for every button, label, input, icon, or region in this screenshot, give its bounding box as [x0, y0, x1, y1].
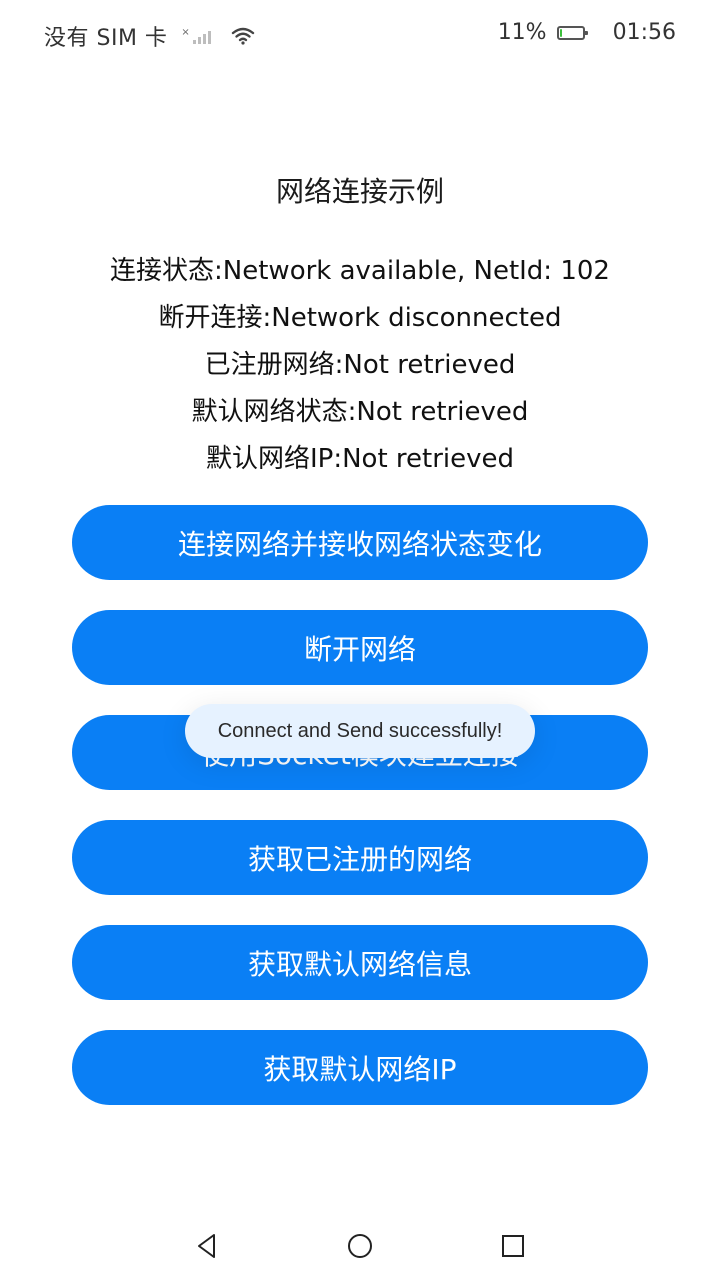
carrier-label: 没有 SIM 卡: [44, 26, 168, 51]
disconnect-status-text: 断开连接:Network disconnected: [158, 303, 562, 333]
disconnect-network-button[interactable]: 断开网络: [72, 610, 648, 685]
get-default-network-info-button[interactable]: 获取默认网络信息: [72, 925, 648, 1000]
get-registered-networks-button[interactable]: 获取已注册的网络: [72, 820, 648, 895]
toast-message: Connect and Send successfully!: [185, 704, 535, 758]
connection-status-text: 连接状态:Network available, NetId: 102: [110, 256, 610, 286]
status-bar: 没有 SIM 卡 × 11% 01:56: [0, 0, 720, 72]
clock: 01:56: [612, 20, 676, 45]
status-right: 11% 01:56: [498, 20, 676, 45]
battery-icon: [556, 25, 588, 40]
default-network-status-text: 默认网络状态:Not retrieved: [191, 397, 529, 427]
battery-percent: 11%: [497, 20, 547, 45]
back-triangle-icon[interactable]: [189, 1228, 225, 1264]
battery-level-fill: [559, 28, 562, 37]
wifi-icon: [231, 27, 255, 45]
registered-network-text: 已注册网络:Not retrieved: [204, 350, 516, 380]
status-info-list: 连接状态:Network available, NetId: 102 断开连接:…: [0, 248, 720, 483]
signal-icon: ×: [181, 28, 211, 44]
home-circle-icon[interactable]: [342, 1228, 378, 1264]
recents-square-icon[interactable]: [495, 1228, 531, 1264]
navigation-bar: [0, 1210, 720, 1280]
default-network-ip-text: 默认网络IP:Not retrieved: [205, 444, 515, 474]
status-left: 没有 SIM 卡 ×: [44, 20, 255, 52]
connect-network-button[interactable]: 连接网络并接收网络状态变化: [72, 505, 648, 580]
get-default-network-ip-button[interactable]: 获取默认网络IP: [72, 1030, 648, 1105]
page-title: 网络连接示例: [275, 175, 444, 208]
